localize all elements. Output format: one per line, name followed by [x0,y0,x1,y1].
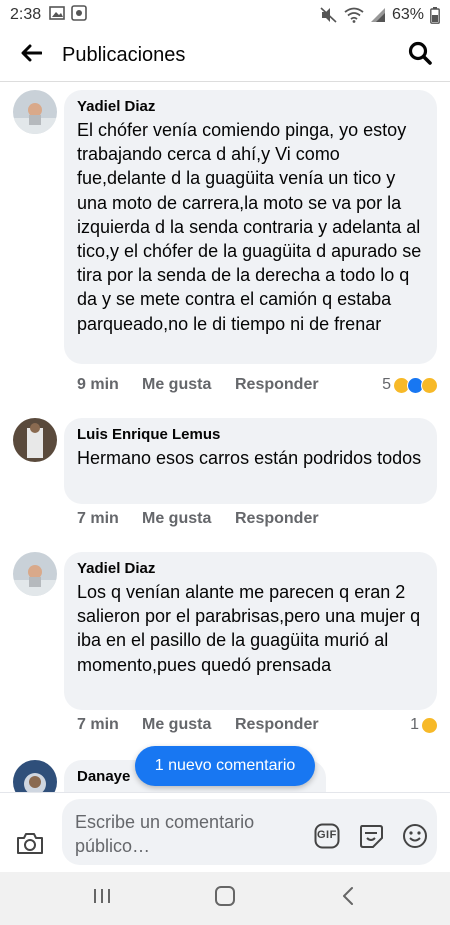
reaction-summary[interactable]: 5 [382,376,438,394]
status-bar: 2:38 63% [0,0,450,30]
comment-text: Los q venían alante me parecen q eran 2 … [77,582,421,675]
reaction-summary[interactable]: 1 [410,716,438,734]
comment-bubble[interactable]: Yadiel Diaz El chófer venía comiendo pin… [64,90,437,364]
sad-reaction-icon [421,716,438,734]
nav-back-button[interactable] [318,872,378,925]
system-nav-bar [0,872,450,925]
avatar[interactable] [13,418,57,462]
comment-author[interactable]: Yadiel Diaz [77,98,424,115]
comment-time: 7 min [77,716,119,733]
camera-button[interactable] [16,831,44,860]
avatar[interactable] [13,552,57,596]
reaction-count: 1 [410,716,419,733]
like-button[interactable]: Me gusta [142,716,235,734]
sad-reaction-icon [421,376,438,394]
nav-recents-icon [92,887,112,910]
comment-actions: 9 min Me gusta Responder [77,376,319,394]
reaction-count: 5 [382,376,391,393]
nav-back-icon [341,886,355,911]
comment-time: 7 min [77,510,119,527]
comment-bubble[interactable]: Luis Enrique Lemus Hermano esos carros e… [64,418,437,504]
comment-text: El chófer venía comiendo pinga, yo estoy… [77,120,422,334]
comment-input-placeholder: Escribe un comentario público… [75,812,255,856]
back-button[interactable] [0,30,62,82]
back-arrow-icon [20,44,43,67]
comment-text: Hermano esos carros están podridos todos [77,448,422,468]
sticker-icon [358,825,384,853]
notification-icon [71,4,87,26]
comment-composer: Escribe un comentario público… GIF [0,792,450,872]
comment-time: 9 min [77,376,119,393]
comment-actions: 7 min Me gusta Responder [77,716,319,734]
comment-actions: 7 min Me gusta Responder [77,510,319,528]
nav-home-icon [214,885,236,912]
signal-icon [370,7,386,23]
new-comment-button[interactable]: 1 nuevo comentario [135,746,315,786]
gif-label: GIF [317,829,337,841]
comment-author[interactable]: Yadiel Diaz [77,560,424,577]
avatar[interactable] [13,760,57,792]
avatar[interactable] [13,90,57,134]
status-time: 2:38 [10,6,42,23]
gif-button[interactable]: GIF [314,823,340,854]
battery-percent: 63% [391,6,424,23]
mute-icon [320,7,338,23]
comment-author[interactable]: Luis Enrique Lemus [77,426,424,443]
nav-recents-button[interactable] [72,872,132,925]
sticker-button[interactable] [358,823,384,854]
wifi-icon [344,7,364,23]
page-title: Publicaciones [62,44,186,66]
comment-input[interactable]: Escribe un comentario público… GIF [62,799,437,865]
reply-button[interactable]: Responder [235,510,319,528]
gallery-notification-icon [49,5,65,26]
battery-icon [430,6,440,24]
like-button[interactable]: Me gusta [142,376,235,394]
nav-home-button[interactable] [195,872,255,925]
search-button[interactable] [390,30,450,82]
comment-bubble[interactable]: Yadiel Diaz Los q venían alante me parec… [64,552,437,710]
comment-list: Yadiel Diaz El chófer venía comiendo pin… [0,82,450,792]
app-header: Publicaciones [0,30,450,82]
emoji-icon [402,824,428,853]
reply-button[interactable]: Responder [235,716,319,734]
camera-icon [16,833,44,859]
emoji-button[interactable] [402,823,428,854]
like-button[interactable]: Me gusta [142,510,235,528]
search-icon [408,41,432,70]
reply-button[interactable]: Responder [235,376,319,394]
